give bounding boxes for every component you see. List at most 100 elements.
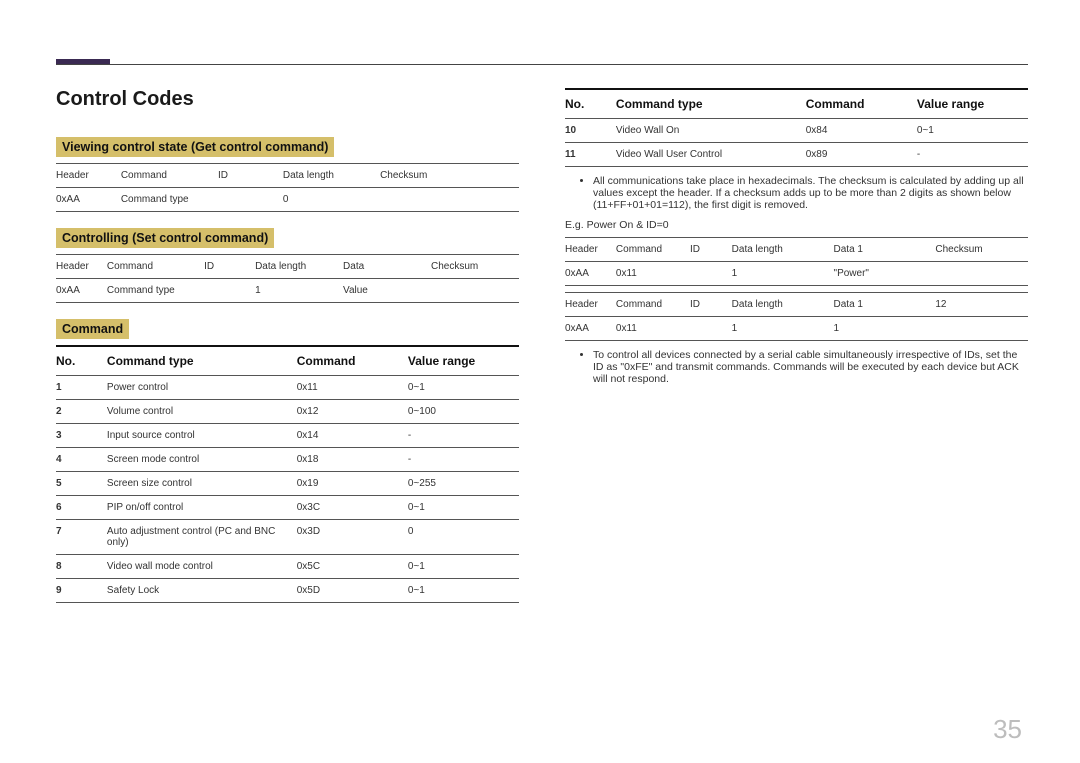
th: ID	[690, 293, 732, 317]
page: Control Codes Viewing control state (Get…	[0, 0, 1080, 763]
td-cmd: 0x84	[806, 119, 917, 143]
td-range: -	[408, 448, 519, 472]
td-type: Power control	[107, 376, 297, 400]
td: 0x11	[616, 317, 690, 341]
td-cmd: 0x3D	[297, 520, 408, 555]
td-type: Video Wall User Control	[616, 143, 806, 167]
td-range: 0~1	[408, 376, 519, 400]
td-cmd: 0x14	[297, 424, 408, 448]
td-no: 3	[56, 424, 107, 448]
th: Data 1	[834, 238, 936, 262]
td-no: 11	[565, 143, 616, 167]
table-row: 11Video Wall User Control0x89-	[565, 143, 1028, 167]
table-row: 10Video Wall On0x840~1	[565, 119, 1028, 143]
td-range: 0~255	[408, 472, 519, 496]
td-no: 9	[56, 579, 107, 603]
td: Command type	[107, 279, 204, 303]
table-row: 1Power control0x110~1	[56, 376, 519, 400]
table-example-1: Header Command ID Data length Data 1 Che…	[565, 237, 1028, 286]
td: 0xAA	[56, 188, 121, 212]
th-cmd: Command	[806, 89, 917, 119]
td-no: 1	[56, 376, 107, 400]
th-no: No.	[56, 346, 107, 376]
td-type: Video wall mode control	[107, 555, 297, 579]
td: 1	[255, 279, 343, 303]
th-datalen: Data length	[283, 164, 380, 188]
td	[431, 279, 519, 303]
td-range: 0~1	[408, 555, 519, 579]
td-type: Volume control	[107, 400, 297, 424]
td-range: 0~1	[917, 119, 1028, 143]
td-cmd: 0x5D	[297, 579, 408, 603]
th-header: Header	[56, 255, 107, 279]
td-cmd: 0x19	[297, 472, 408, 496]
th: Data 1	[834, 293, 936, 317]
td: 1	[834, 317, 936, 341]
td-no: 10	[565, 119, 616, 143]
th: Header	[565, 238, 616, 262]
th-cmdtype: Command type	[107, 346, 297, 376]
left-column: Control Codes Viewing control state (Get…	[56, 88, 519, 603]
td-type: PIP on/off control	[107, 496, 297, 520]
th-range: Value range	[408, 346, 519, 376]
td-no: 7	[56, 520, 107, 555]
example-label: E.g. Power On & ID=0	[565, 219, 1028, 231]
td-type: Auto adjustment control (PC and BNC only…	[107, 520, 297, 555]
th: Data length	[732, 293, 834, 317]
subheading-viewing: Viewing control state (Get control comma…	[56, 137, 334, 157]
header-rule	[56, 64, 1028, 65]
columns: Control Codes Viewing control state (Get…	[56, 88, 1028, 603]
td	[218, 188, 283, 212]
table-row: 6PIP on/off control0x3C0~1	[56, 496, 519, 520]
th-header: Header	[56, 164, 121, 188]
page-title: Control Codes	[56, 88, 519, 111]
table-get-command: Header Command ID Data length Checksum 0…	[56, 163, 519, 212]
table-row: 8Video wall mode control0x5C0~1	[56, 555, 519, 579]
td-type: Video Wall On	[616, 119, 806, 143]
td	[690, 317, 732, 341]
td	[935, 317, 1028, 341]
td: Value	[343, 279, 431, 303]
th: Data length	[732, 238, 834, 262]
subheading-command: Command	[56, 319, 129, 339]
td-no: 6	[56, 496, 107, 520]
td-cmd: 0x18	[297, 448, 408, 472]
table-commands-left: No. Command type Command Value range 1Po…	[56, 345, 519, 603]
td-range: 0~100	[408, 400, 519, 424]
th-data: Data	[343, 255, 431, 279]
td-cmd: 0x5C	[297, 555, 408, 579]
th-checksum: Checksum	[380, 164, 519, 188]
td-cmd: 0x3C	[297, 496, 408, 520]
td: 1	[732, 262, 834, 286]
th-no: No.	[565, 89, 616, 119]
th-command: Command	[107, 255, 204, 279]
th: Command	[616, 238, 690, 262]
td-range: -	[408, 424, 519, 448]
td-type: Screen mode control	[107, 448, 297, 472]
td	[935, 262, 1028, 286]
table-row: 5Screen size control0x190~255	[56, 472, 519, 496]
td: 0	[283, 188, 380, 212]
td-cmd: 0x11	[297, 376, 408, 400]
td-no: 2	[56, 400, 107, 424]
page-number: 35	[993, 714, 1022, 745]
td-range: 0~1	[408, 579, 519, 603]
td: 1	[732, 317, 834, 341]
th: Header	[565, 293, 616, 317]
td-range: 0~1	[408, 496, 519, 520]
td: 0x11	[616, 262, 690, 286]
td: "Power"	[834, 262, 936, 286]
note-2-text: To control all devices connected by a se…	[593, 349, 1028, 385]
note-1: All communications take place in hexadec…	[565, 175, 1028, 211]
top-bar	[56, 62, 1028, 70]
table-row: 9Safety Lock0x5D0~1	[56, 579, 519, 603]
td	[690, 262, 732, 286]
th-checksum: Checksum	[431, 255, 519, 279]
note-1-text: All communications take place in hexadec…	[593, 175, 1028, 211]
td: 0xAA	[56, 279, 107, 303]
th: 12	[935, 293, 1028, 317]
td	[204, 279, 255, 303]
note-2: To control all devices connected by a se…	[565, 349, 1028, 385]
th: ID	[690, 238, 732, 262]
td: 0xAA	[565, 317, 616, 341]
